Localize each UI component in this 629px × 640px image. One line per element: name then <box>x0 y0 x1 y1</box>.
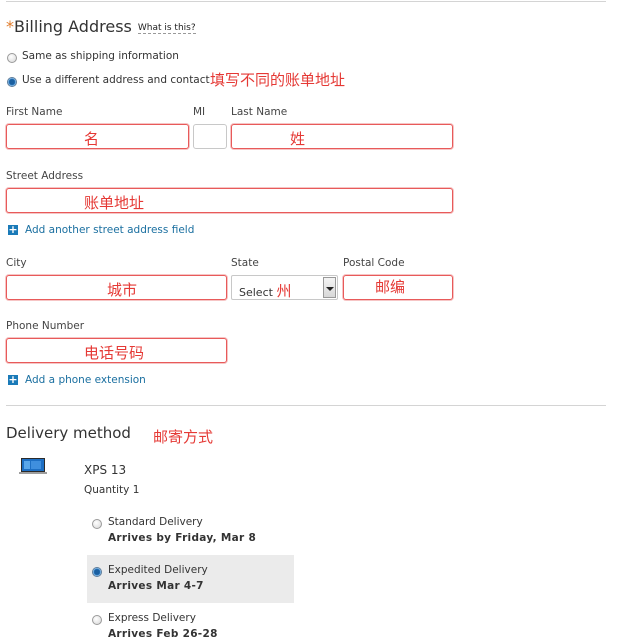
state-annotation: 州 <box>276 282 292 300</box>
mi-label: MI <box>193 106 206 118</box>
radio-same-as-shipping[interactable] <box>7 53 17 63</box>
city-input[interactable]: 城市 <box>6 275 227 300</box>
street-address-input[interactable]: 账单地址 <box>6 188 453 213</box>
radio-express-delivery[interactable] <box>92 615 102 625</box>
product-name: XPS 13 <box>84 463 127 477</box>
delivery-method-title: Delivery method <box>6 424 131 442</box>
phone-number-input[interactable]: 电话号码 <box>6 338 227 363</box>
chevron-down-icon[interactable] <box>323 277 336 298</box>
postal-code-value: 邮编 <box>375 278 406 296</box>
city-label: City <box>6 257 27 269</box>
state-label: State <box>231 257 259 269</box>
expedited-delivery-label[interactable]: Expedited Delivery <box>108 564 208 576</box>
last-name-value: 姓 <box>290 130 306 148</box>
standard-delivery-label[interactable]: Standard Delivery <box>108 516 203 528</box>
radio-different-address-label[interactable]: Use a different address and contact <box>22 74 210 86</box>
city-value: 城市 <box>107 281 138 299</box>
section-divider <box>6 405 606 406</box>
last-name-label: Last Name <box>231 106 288 118</box>
phone-number-label: Phone Number <box>6 320 85 332</box>
annotation-delivery: 邮寄方式 <box>153 428 214 446</box>
first-name-label: First Name <box>6 106 63 118</box>
state-select[interactable]: Select 州 <box>231 275 338 300</box>
last-name-input[interactable]: 姓 <box>231 124 453 149</box>
phone-number-value: 电话号码 <box>84 344 145 362</box>
state-select-value: Select 州 <box>239 280 291 301</box>
product-quantity: Quantity 1 <box>84 484 140 496</box>
postal-code-label: Postal Code <box>343 257 405 269</box>
radio-same-as-shipping-label[interactable]: Same as shipping information <box>22 50 179 62</box>
radio-standard-delivery[interactable] <box>92 519 102 529</box>
mi-input[interactable] <box>193 124 227 149</box>
plus-icon[interactable]: + <box>8 374 18 385</box>
first-name-value: 名 <box>84 130 100 148</box>
expedited-delivery-arrival: Arrives Mar 4-7 <box>108 580 204 592</box>
required-mark: * <box>6 17 14 36</box>
express-delivery-label[interactable]: Express Delivery <box>108 612 196 624</box>
postal-code-input[interactable]: 邮编 <box>343 275 453 300</box>
street-address-value: 账单地址 <box>84 194 145 212</box>
laptop-icon <box>19 458 47 474</box>
what-is-this-link[interactable]: What is this? <box>137 23 196 34</box>
street-address-label: Street Address <box>6 170 84 182</box>
plus-icon[interactable]: + <box>8 224 18 235</box>
state-selected-text: Select <box>239 286 273 299</box>
annotation-different-billing: 填写不同的账单地址 <box>210 71 346 89</box>
add-phone-extension-link[interactable]: Add a phone extension <box>25 374 146 386</box>
radio-different-address[interactable] <box>7 77 17 87</box>
billing-title: *Billing Address What is this? <box>6 17 196 36</box>
billing-title-text: Billing Address <box>14 17 132 36</box>
top-divider <box>6 1 606 2</box>
standard-delivery-arrival: Arrives by Friday, Mar 8 <box>108 532 257 544</box>
add-street-address-link[interactable]: Add another street address field <box>25 224 194 236</box>
selected-option-highlight <box>87 555 294 603</box>
first-name-input[interactable]: 名 <box>6 124 189 149</box>
express-delivery-arrival: Arrives Feb 26-28 <box>108 628 218 640</box>
radio-expedited-delivery[interactable] <box>92 567 102 577</box>
